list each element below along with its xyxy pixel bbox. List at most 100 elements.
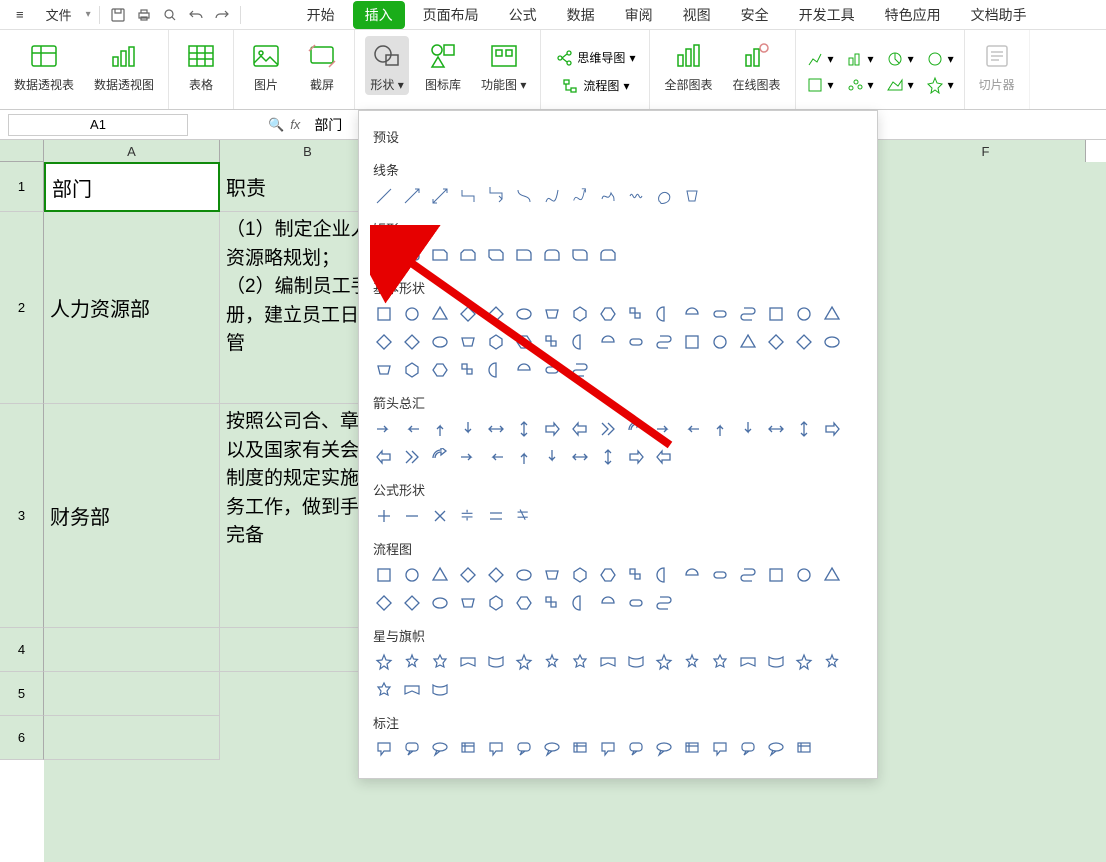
shape-generic[interactable] <box>513 564 535 586</box>
shape-curve[interactable] <box>513 185 535 207</box>
chart-type-3[interactable]: ▾ <box>882 48 918 70</box>
col-header-a[interactable]: A <box>44 140 220 162</box>
tab-developer[interactable]: 开发工具 <box>787 1 867 29</box>
shape-generic[interactable] <box>541 418 563 440</box>
shape-round-snip[interactable] <box>597 244 619 266</box>
chart-type-1[interactable]: ▾ <box>802 48 838 70</box>
shape-generic[interactable] <box>709 331 731 353</box>
shape-generic[interactable] <box>457 359 479 381</box>
cell-a2[interactable]: 人力资源部 <box>44 212 220 404</box>
row-header-1[interactable]: 1 <box>0 162 44 212</box>
redo-icon[interactable] <box>212 5 232 25</box>
shape-generic[interactable] <box>373 564 395 586</box>
shape-generic[interactable] <box>653 418 675 440</box>
shape-generic[interactable] <box>569 651 591 673</box>
shape-generic[interactable] <box>597 331 619 353</box>
chart-type-7[interactable]: ▾ <box>882 74 918 96</box>
shape-generic[interactable] <box>737 331 759 353</box>
shape-generic[interactable] <box>513 738 535 760</box>
tab-insert[interactable]: 插入 <box>353 1 405 29</box>
shape-generic[interactable] <box>569 303 591 325</box>
shape-generic[interactable] <box>765 303 787 325</box>
undo-icon[interactable] <box>186 5 206 25</box>
cell-a5[interactable] <box>44 672 220 716</box>
shape-generic[interactable] <box>597 418 619 440</box>
shape-round1[interactable] <box>513 244 535 266</box>
shape-generic[interactable] <box>429 331 451 353</box>
shape-generic[interactable] <box>541 446 563 468</box>
shape-generic[interactable] <box>485 592 507 614</box>
shape-scribble[interactable] <box>625 185 647 207</box>
shape-closed[interactable] <box>653 185 675 207</box>
tab-page-layout[interactable]: 页面布局 <box>411 1 491 29</box>
shape-generic[interactable] <box>457 418 479 440</box>
print-icon[interactable] <box>134 5 154 25</box>
shape-generic[interactable] <box>373 331 395 353</box>
shape-generic[interactable] <box>597 738 619 760</box>
shape-generic[interactable] <box>681 303 703 325</box>
shape-generic[interactable] <box>625 331 647 353</box>
shape-generic[interactable] <box>485 359 507 381</box>
shape-generic[interactable] <box>625 564 647 586</box>
shape-generic[interactable] <box>653 592 675 614</box>
row-header-3[interactable]: 3 <box>0 404 44 628</box>
tab-data[interactable]: 数据 <box>555 1 607 29</box>
row-header-6[interactable]: 6 <box>0 716 44 760</box>
shape-generic[interactable] <box>569 418 591 440</box>
shape-generic[interactable] <box>401 303 423 325</box>
select-all-corner[interactable] <box>0 140 44 162</box>
shape-generic[interactable] <box>709 303 731 325</box>
shape-generic[interactable] <box>429 359 451 381</box>
shape-generic[interactable] <box>625 303 647 325</box>
shape-generic[interactable] <box>793 564 815 586</box>
shape-generic[interactable] <box>485 303 507 325</box>
shape-generic[interactable] <box>485 331 507 353</box>
shape-generic[interactable] <box>401 564 423 586</box>
shape-snip-diag[interactable] <box>485 244 507 266</box>
chart-type-6[interactable]: ▾ <box>842 74 878 96</box>
shape-generic[interactable] <box>373 418 395 440</box>
shape-generic[interactable] <box>597 651 619 673</box>
shape-roundrect[interactable] <box>401 244 423 266</box>
shape-generic[interactable] <box>373 303 395 325</box>
shape-generic[interactable] <box>597 446 619 468</box>
shape-generic[interactable] <box>541 564 563 586</box>
shape-generic[interactable] <box>709 651 731 673</box>
shape-generic[interactable] <box>457 331 479 353</box>
shape-generic[interactable] <box>569 359 591 381</box>
shape-generic[interactable] <box>513 418 535 440</box>
shape-generic[interactable] <box>625 738 647 760</box>
shape-generic[interactable] <box>625 592 647 614</box>
row-header-5[interactable]: 5 <box>0 672 44 716</box>
shape-generic[interactable] <box>597 303 619 325</box>
shape-generic[interactable] <box>373 679 395 701</box>
tab-view[interactable]: 视图 <box>671 1 723 29</box>
shape-generic[interactable] <box>681 331 703 353</box>
shape-generic[interactable] <box>737 738 759 760</box>
shape-generic[interactable] <box>653 738 675 760</box>
chart-type-5[interactable]: ▾ <box>802 74 838 96</box>
icon-lib-button[interactable]: 图标库 <box>421 36 465 95</box>
shape-generic[interactable] <box>737 651 759 673</box>
shape-generic[interactable] <box>765 418 787 440</box>
shape-generic[interactable] <box>737 303 759 325</box>
shape-generic[interactable] <box>485 418 507 440</box>
table-button[interactable]: 表格 <box>179 36 223 95</box>
preview-icon[interactable] <box>160 5 180 25</box>
screenshot-button[interactable]: 截屏 <box>300 36 344 95</box>
cell-a6[interactable] <box>44 716 220 760</box>
tab-formulas[interactable]: 公式 <box>497 1 549 29</box>
zoom-icon[interactable]: 🔍 <box>268 117 284 133</box>
shape-generic[interactable] <box>681 418 703 440</box>
shape-generic[interactable] <box>569 738 591 760</box>
shape-generic[interactable] <box>513 331 535 353</box>
shape-generic[interactable] <box>401 359 423 381</box>
shape-generic[interactable] <box>373 505 395 527</box>
shape-generic[interactable] <box>681 738 703 760</box>
shape-generic[interactable] <box>709 564 731 586</box>
function-chart-button[interactable]: 功能图 ▾ <box>477 36 530 95</box>
shape-round-diag[interactable] <box>569 244 591 266</box>
shape-generic[interactable] <box>709 418 731 440</box>
cell-a1[interactable]: 部门 <box>44 162 220 212</box>
shape-rectangle[interactable] <box>373 244 395 266</box>
